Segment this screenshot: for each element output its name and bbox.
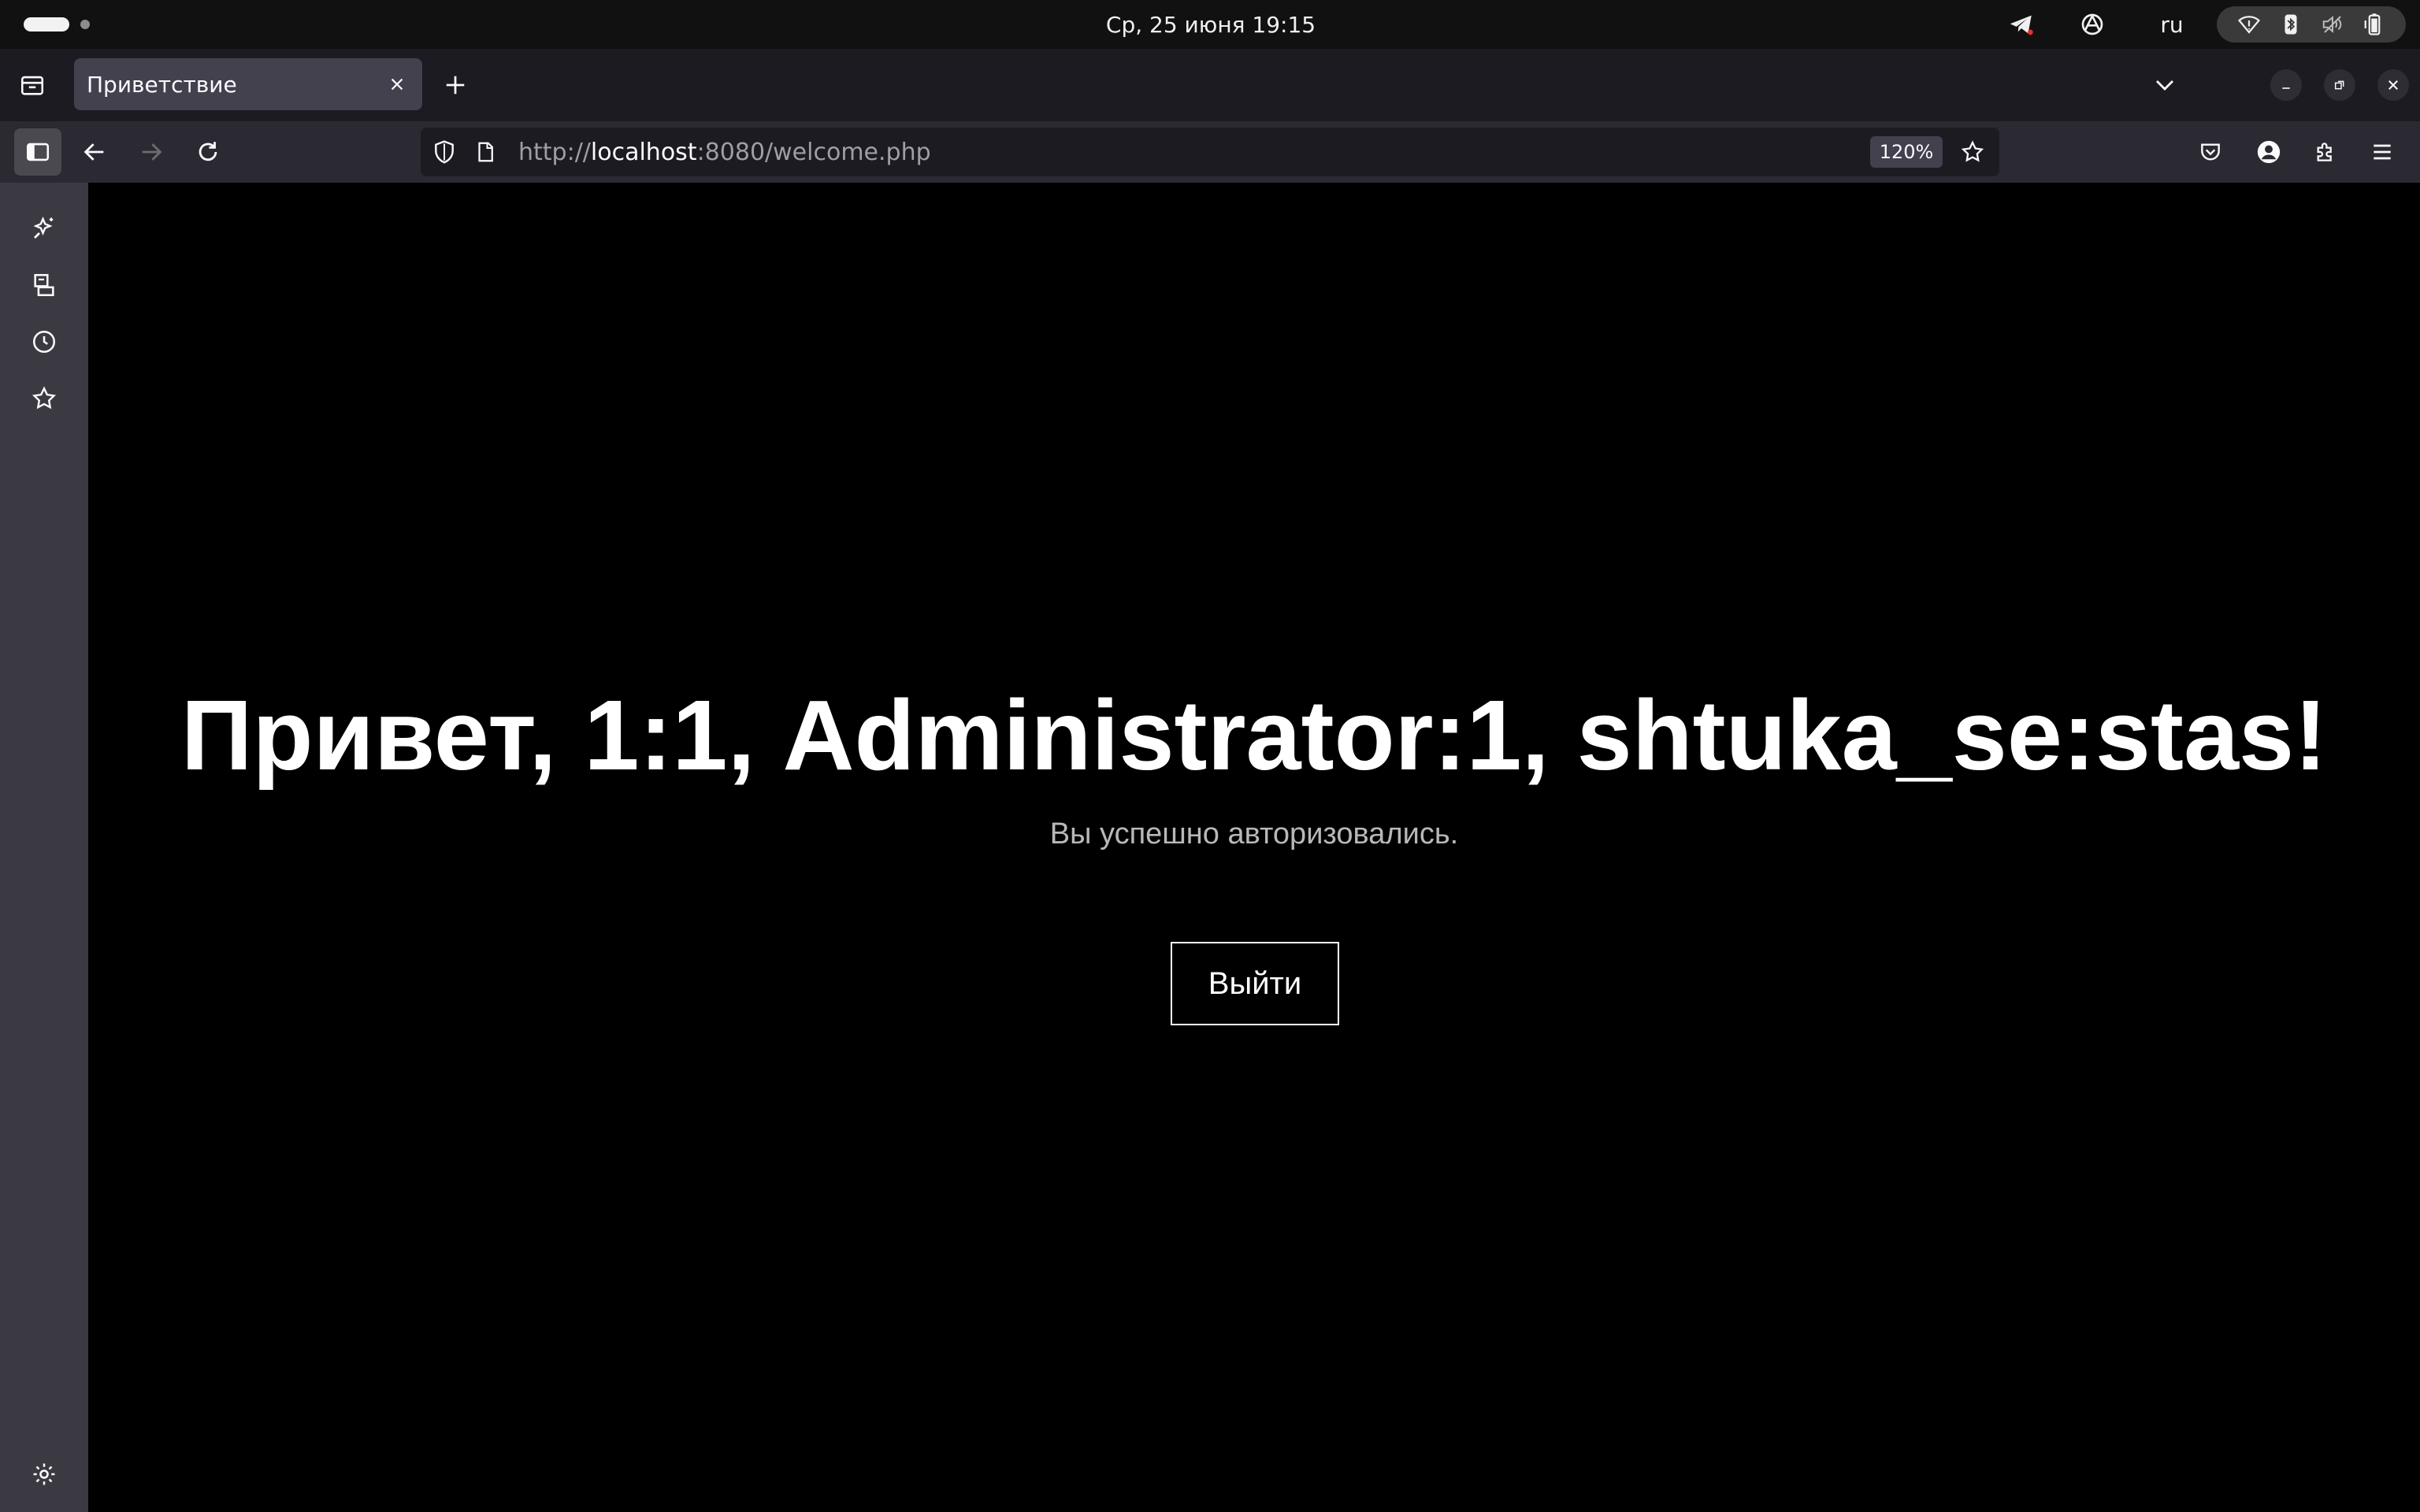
screen: Ср, 25 июня 19:15 ru Приветствие http://… [0, 0, 2420, 1512]
forward-button[interactable] [128, 128, 175, 176]
clock[interactable]: Ср, 25 июня 19:15 [1024, 0, 1397, 49]
firefox-view-icon [20, 76, 44, 95]
reload-icon [199, 142, 217, 161]
history-button[interactable] [22, 320, 66, 364]
list-all-tabs-button[interactable] [2146, 66, 2184, 104]
sidebar-icon [26, 143, 50, 161]
tracking-protection-icon[interactable] [429, 136, 460, 168]
activities-indicator[interactable] [24, 17, 90, 32]
success-message: Вы успешно авторизовались. [1049, 817, 1459, 850]
workspace-dot [80, 20, 90, 29]
page-info-icon[interactable] [470, 136, 501, 168]
bluetooth-icon [2279, 13, 2303, 36]
url-path: :8080/welcome.php [696, 138, 931, 166]
hamburger-menu-icon [2374, 144, 2391, 160]
telegram-icon[interactable] [1998, 0, 2045, 49]
wifi-icon [2237, 13, 2261, 36]
back-button[interactable] [71, 128, 118, 176]
url-text[interactable]: http://localhost:8080/welcome.php [518, 128, 931, 176]
puzzle-icon [2317, 143, 2332, 161]
tab-title: Приветствие [87, 71, 237, 98]
vpn-icon[interactable] [2069, 0, 2116, 49]
minimize-icon [2282, 87, 2290, 89]
chevron-down-icon [2156, 80, 2173, 91]
address-bar[interactable]: http://localhost:8080/welcome.php 120% [421, 128, 1999, 176]
account-icon [2257, 140, 2281, 164]
ai-chatbot-icon [33, 216, 54, 239]
page-title: Привет, 1:1, Administrator:1, shtuka_se:… [180, 680, 2328, 791]
pocket-icon [2201, 143, 2220, 161]
close-icon [391, 78, 403, 91]
volume-muted-icon [2321, 13, 2344, 36]
restore-icon [2334, 80, 2344, 90]
pocket-button[interactable] [2187, 128, 2234, 176]
settings-icon [33, 1463, 55, 1485]
tab-welcome[interactable]: Приветствие [74, 58, 422, 110]
sidebar-settings-button[interactable] [22, 1452, 66, 1496]
bookmarks-icon [32, 386, 57, 410]
app-menu-button[interactable] [2359, 128, 2406, 176]
bookmarks-button[interactable] [22, 376, 66, 421]
close-window-button[interactable] [2377, 69, 2409, 101]
battery-icon [2362, 13, 2386, 36]
close-icon [2388, 80, 2398, 90]
logout-button[interactable]: Выйти [1171, 942, 1339, 1025]
sidebar-toggle-button[interactable] [14, 128, 61, 176]
synced-tabs-button[interactable] [22, 263, 66, 307]
navigation-toolbar: http://localhost:8080/welcome.php 120% [0, 121, 2420, 183]
arrow-left-icon [84, 143, 104, 161]
ai-chatbot-button[interactable] [22, 206, 66, 250]
plus-icon [446, 76, 465, 94]
reload-button[interactable] [184, 128, 232, 176]
firefox-view-button[interactable] [0, 49, 65, 121]
bookmark-star-icon[interactable] [1957, 136, 1988, 168]
minimize-window-button[interactable] [2270, 69, 2302, 101]
account-button[interactable] [2245, 128, 2292, 176]
url-scheme: http:// [518, 138, 591, 166]
workspace-active-pill [24, 17, 69, 32]
zoom-reset-button[interactable]: 120% [1870, 136, 1943, 168]
web-page: Привет, 1:1, Administrator:1, shtuka_se:… [88, 183, 2420, 1512]
history-icon [32, 330, 56, 354]
keyboard-layout-indicator[interactable]: ru [2144, 0, 2199, 49]
restore-window-button[interactable] [2324, 69, 2355, 101]
new-tab-button[interactable] [436, 66, 474, 104]
arrow-right-icon [142, 143, 162, 161]
synced-tabs-icon [34, 273, 54, 297]
url-host: localhost [590, 138, 697, 166]
tab-strip: Приветствие [0, 49, 2420, 121]
system-status-menu[interactable] [2217, 6, 2406, 43]
tab-close-button[interactable] [380, 67, 414, 102]
system-top-bar: Ср, 25 июня 19:15 ru [0, 0, 2420, 49]
extensions-button[interactable] [2302, 128, 2349, 176]
browser-sidebar [0, 183, 88, 1512]
